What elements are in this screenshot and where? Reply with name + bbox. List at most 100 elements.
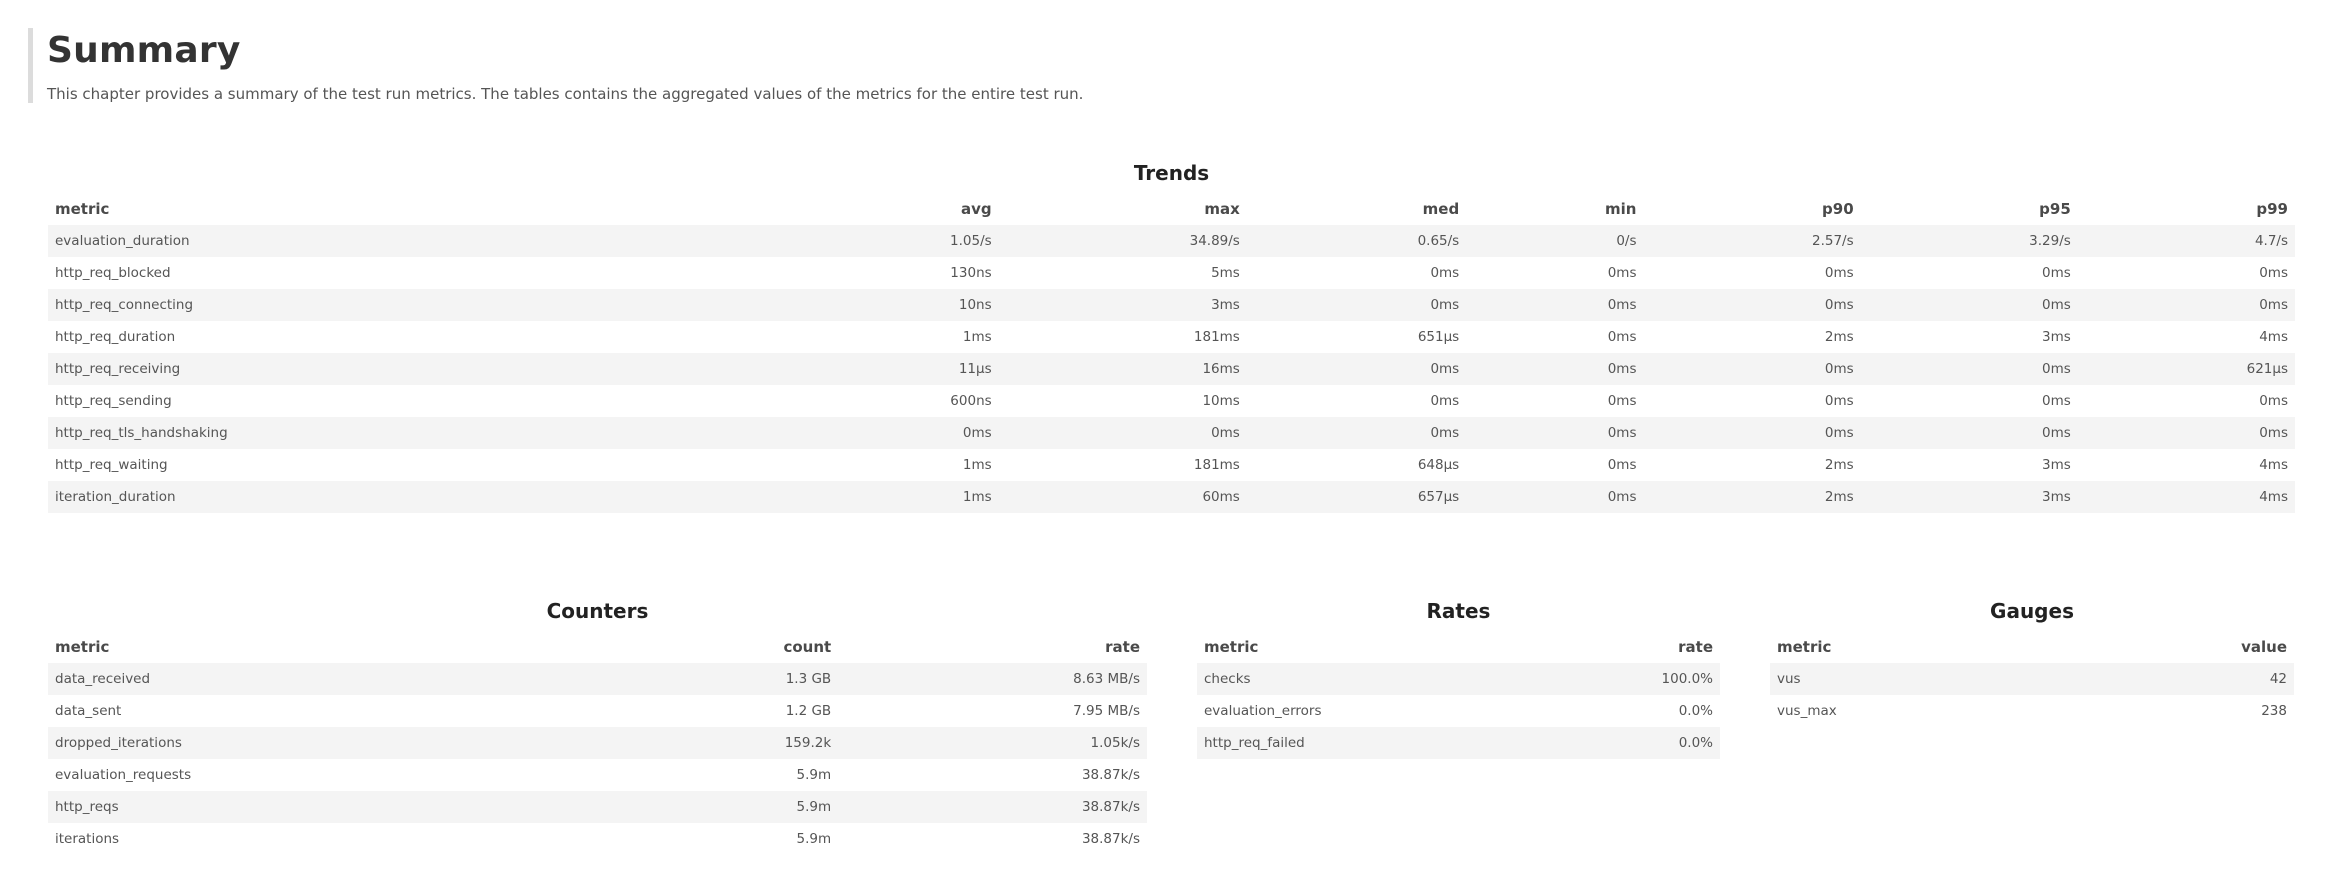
gauges-body: vus 42 vus_max 238 xyxy=(1770,663,2294,727)
trends-title: Trends xyxy=(1133,161,1210,185)
column-header[interactable]: p99 xyxy=(2078,193,2295,225)
table-header-row: metric count rate xyxy=(48,631,1147,663)
metric-value-cell: 0ms xyxy=(1466,353,1644,385)
metric-value-cell: 657µs xyxy=(1246,481,1467,513)
metric-value-cell: 0ms xyxy=(2042,265,2071,281)
metric-name-cell: evaluation_errors xyxy=(1204,703,1322,719)
metric-value-cell: 1ms xyxy=(962,329,992,345)
metric-value-cell: 0ms xyxy=(1860,417,2078,449)
metric-name-cell: data_sent xyxy=(55,703,122,719)
table-row: vus_max 238 xyxy=(1770,695,2294,727)
metric-value-cell: 16ms xyxy=(998,353,1247,385)
metric-value-cell: 0ms xyxy=(1607,393,1637,409)
column-header[interactable]: p90 xyxy=(1643,193,1860,225)
metric-name-cell: data_received xyxy=(48,663,708,695)
table-row: http_req_waiting 1ms 181ms 648µs 0ms 2ms 3ms 4m… xyxy=(48,449,2295,481)
metric-value-cell: 0ms xyxy=(1607,265,1637,281)
column-header[interactable]: metric xyxy=(48,193,846,225)
column-header[interactable]: med xyxy=(1247,193,1466,225)
metric-value-cell: 0.0% xyxy=(1678,703,1713,719)
table-row: data_sent 1.2 GB 7.95 MB/s xyxy=(48,695,1147,727)
metric-value-cell: 38.87k/s xyxy=(1081,767,1140,783)
table-row: evaluation_errors 0.0% xyxy=(1197,695,1720,727)
table-row: http_req_blocked 130ns 5ms 0ms 0ms 0ms 0ms 0ms xyxy=(48,257,2295,289)
metric-value-cell: 0ms xyxy=(1824,393,1854,409)
column-header[interactable]: max xyxy=(999,193,1247,225)
table-row: http_req_receiving 11µs 16ms 0ms 0ms 0ms 0ms 62… xyxy=(48,353,2295,385)
metric-value-cell: 0ms xyxy=(1643,417,1861,449)
metric-value-cell: 3.29/s xyxy=(1860,225,2078,257)
metric-value-cell: 3ms xyxy=(1860,481,2078,513)
column-header[interactable]: rate xyxy=(1511,631,1720,663)
metric-value-cell: 2.57/s xyxy=(1643,225,1861,257)
metric-value-cell: 11µs xyxy=(845,353,999,385)
column-header[interactable]: rate xyxy=(838,631,1147,663)
metric-name-cell: http_req_failed xyxy=(1197,727,1511,759)
rates-title: Rates xyxy=(1426,599,1491,623)
table-row: http_reqs 5.9m 38.87k/s xyxy=(48,791,1147,823)
column-header[interactable]: metric xyxy=(1770,631,2084,663)
metric-value-cell: 2ms xyxy=(1824,329,1854,345)
metric-value-cell: 4ms xyxy=(2077,481,2295,513)
metric-name-cell: http_req_connecting xyxy=(48,289,846,321)
gauges-title: Gauges xyxy=(1990,599,2074,623)
metric-value-cell: 60ms xyxy=(998,481,1247,513)
metric-value-cell: 0ms xyxy=(2259,393,2288,409)
column-header[interactable]: avg xyxy=(846,193,999,225)
metric-value-cell: 3ms xyxy=(998,289,1247,321)
metric-value-cell: 0ms xyxy=(1466,289,1644,321)
metric-name-cell: http_req_blocked xyxy=(55,265,171,281)
table-row: http_req_sending 600ns 10ms 0ms 0ms 0ms 0ms 0ms xyxy=(48,385,2295,417)
metric-value-cell: 0.65/s xyxy=(1246,225,1467,257)
metric-value-cell: 0ms xyxy=(1430,393,1460,409)
metric-value-cell: 0ms xyxy=(1643,289,1861,321)
metric-value-cell: 1.3 GB xyxy=(707,663,839,695)
column-header[interactable]: count xyxy=(707,631,838,663)
metric-value-cell: 0ms xyxy=(2042,393,2071,409)
metric-name-cell: evaluation_duration xyxy=(48,225,846,257)
metric-value-cell: 0ms xyxy=(1246,417,1467,449)
column-header[interactable]: min xyxy=(1466,193,1643,225)
metric-name-cell: http_req_tls_handshaking xyxy=(48,417,846,449)
table-header-row: metric value xyxy=(1770,631,2294,663)
metric-value-cell: 0.0% xyxy=(1510,727,1720,759)
metric-value-cell: 621µs xyxy=(2077,353,2295,385)
counters-title: Counters xyxy=(546,599,649,623)
metric-value-cell: 42 xyxy=(2084,663,2294,695)
metric-name-cell: vus xyxy=(1770,663,2085,695)
column-header[interactable]: metric xyxy=(48,631,707,663)
column-header[interactable]: metric xyxy=(1197,631,1511,663)
metric-value-cell: 0ms xyxy=(2259,265,2288,281)
column-header[interactable]: p95 xyxy=(1861,193,2078,225)
table-row: http_req_duration 1ms 181ms 651µs 0ms 2ms 3ms 4… xyxy=(48,321,2295,353)
metric-name-cell: http_req_duration xyxy=(55,329,176,345)
table-row: http_req_connecting 10ns 3ms 0ms 0ms 0ms 0ms 0m… xyxy=(48,289,2295,321)
metric-value-cell: 1.05k/s xyxy=(838,727,1147,759)
metric-value-cell: 159.2k xyxy=(707,727,839,759)
table-row: http_req_failed 0.0% xyxy=(1197,727,1720,759)
column-header[interactable]: value xyxy=(2084,631,2294,663)
metric-name-cell: http_req_receiving xyxy=(48,353,846,385)
metric-value-cell: 1.2 GB xyxy=(785,703,832,719)
counters-section: Counters metric count rate data_received… xyxy=(48,598,1147,855)
metric-value-cell: 0ms xyxy=(998,417,1247,449)
metric-value-cell: 4ms xyxy=(2259,329,2288,345)
metric-value-cell: 100.0% xyxy=(1510,663,1720,695)
metric-value-cell: 7.95 MB/s xyxy=(1073,703,1140,719)
metric-value-cell: 0ms xyxy=(2077,417,2295,449)
trends-table: metric avg max med min p90 p95 p99 evalu… xyxy=(48,193,2295,513)
table-row: dropped_iterations 159.2k 1.05k/s xyxy=(48,727,1147,759)
table-row: iteration_duration 1ms 60ms 657µs 0ms 2ms 3ms 4… xyxy=(48,481,2295,513)
metric-value-cell: 5.9m xyxy=(796,831,832,847)
metric-value-cell: 181ms xyxy=(1193,457,1240,473)
metric-value-cell: 0/s xyxy=(1466,225,1644,257)
table-header-row: metric rate xyxy=(1197,631,1720,663)
metric-value-cell: 4.7/s xyxy=(2077,225,2295,257)
metric-value-cell: 4ms xyxy=(2259,457,2288,473)
page-title: Summary xyxy=(47,30,241,71)
metric-value-cell: 648µs xyxy=(1417,457,1460,473)
metric-value-cell: 651µs xyxy=(1417,329,1460,345)
metric-value-cell: 2ms xyxy=(1824,457,1854,473)
rates-table: metric rate checks 100.0% evaluation_error… xyxy=(1197,631,1720,759)
metric-value-cell: 5.9m xyxy=(796,767,832,783)
